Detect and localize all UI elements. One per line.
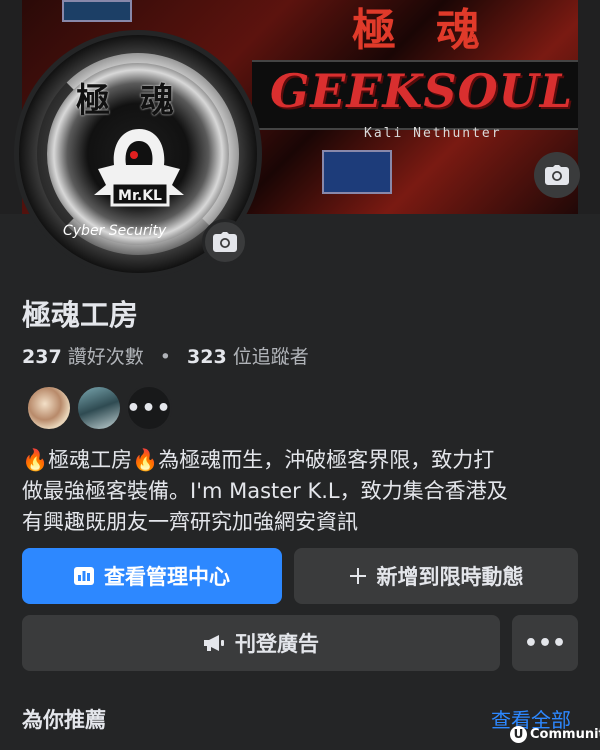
camera-icon xyxy=(213,232,237,252)
cover-title-cn: 極魂 xyxy=(352,5,520,56)
cover-board-decoration xyxy=(322,150,392,194)
more-icon: ••• xyxy=(523,630,567,656)
friend-avatar[interactable] xyxy=(76,385,122,431)
more-friends-button[interactable]: ••• xyxy=(126,385,172,431)
avatar-caption: Cyber Security xyxy=(63,223,167,239)
cover-edge-right xyxy=(578,0,600,214)
cover-subtitle: Kali Nethunter xyxy=(364,126,502,141)
avatar-emblem-text: Mr.KL xyxy=(118,188,162,204)
view-dashboard-label: 查看管理中心 xyxy=(104,565,230,589)
page-title: 極魂工房 xyxy=(22,298,139,332)
bio-line: 有興趣既朋友一齊研究加強網安資訊 xyxy=(22,510,358,534)
megaphone-icon xyxy=(203,634,225,652)
bio-line: 🔥極魂工房🔥為極魂而生，沖破極客界限，致力打 xyxy=(22,448,495,472)
promote-ads-button[interactable]: 刊登廣告 xyxy=(22,615,500,671)
friend-avatar[interactable] xyxy=(26,385,72,431)
plus-icon xyxy=(349,567,367,585)
cover-brand-text: GEEKSOUL xyxy=(270,64,574,118)
dashboard-icon xyxy=(74,567,94,585)
watermark-text: Community xyxy=(530,726,600,742)
recommendations-title: 為你推薦 xyxy=(22,708,106,732)
followers-label: 位追蹤者 xyxy=(232,346,309,368)
add-to-story-label: 新增到限時動態 xyxy=(376,565,524,589)
likes-label: 讚好次數 xyxy=(67,346,144,368)
camera-icon xyxy=(545,165,569,185)
stats-separator: • xyxy=(159,346,171,368)
view-dashboard-button[interactable]: 查看管理中心 xyxy=(22,548,282,604)
hooded-figure-icon: Mr.KL xyxy=(94,129,184,207)
more-options-button[interactable]: ••• xyxy=(512,615,578,671)
followers-count: 323 xyxy=(187,346,227,368)
page-bio: 🔥極魂工房🔥為極魂而生，沖破極客界限，致力打 做最強極客裝備。I'm Maste… xyxy=(22,445,582,538)
cover-camera-button[interactable] xyxy=(534,152,580,198)
add-to-story-button[interactable]: 新增到限時動態 xyxy=(294,548,578,604)
promote-ads-label: 刊登廣告 xyxy=(235,632,319,656)
cover-gadget-decoration xyxy=(62,0,132,22)
community-logo-icon: U xyxy=(510,725,527,743)
avatar-camera-button[interactable] xyxy=(202,219,248,265)
bio-line: 做最強極客裝備。I'm Master K.L，致力集合香港及 xyxy=(22,479,508,503)
friends-avatars[interactable]: ••• xyxy=(26,385,176,431)
likes-count: 237 xyxy=(22,346,62,368)
community-watermark: U Community xyxy=(510,724,600,744)
avatar-title-cn: 極魂 xyxy=(76,81,204,121)
page-stats[interactable]: 237 讚好次數 • 323 位追蹤者 xyxy=(22,342,309,369)
